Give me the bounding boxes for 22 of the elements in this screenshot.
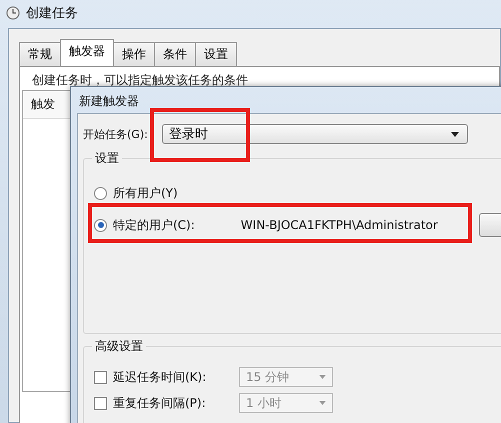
radio-label: 特定的用户(C):: [113, 216, 195, 234]
start-dropdown[interactable]: 登录时: [162, 124, 468, 144]
tab[interactable]: 设置: [195, 42, 237, 66]
caret-icon: [450, 132, 459, 136]
user-name: WIN-BJOCA1FKTPH\Administrator: [240, 218, 438, 232]
checkbox-label: 延迟任务时间(K):: [113, 368, 208, 386]
tab[interactable]: 条件: [154, 42, 196, 66]
description-text: 创建任务时，可以指定触发该任务的条件: [32, 72, 249, 89]
window-title: 创建任务: [26, 5, 78, 22]
checkbox-label: 重复任务间隔(P):: [113, 394, 207, 412]
tab[interactable]: 触发器: [60, 39, 114, 66]
checkbox[interactable]: [94, 370, 107, 384]
radio-label: 所有用户(Y): [113, 184, 178, 202]
checkbox[interactable]: [94, 396, 107, 410]
tab[interactable]: 常规: [19, 42, 61, 66]
radio-button[interactable]: [94, 218, 107, 232]
caret-icon: [319, 401, 326, 405]
start-label: 开始任务(G):: [83, 126, 148, 142]
clock-icon: [6, 6, 20, 20]
radio-button[interactable]: [94, 186, 107, 200]
tab[interactable]: 操作: [113, 42, 155, 66]
caret-icon: [319, 375, 326, 379]
